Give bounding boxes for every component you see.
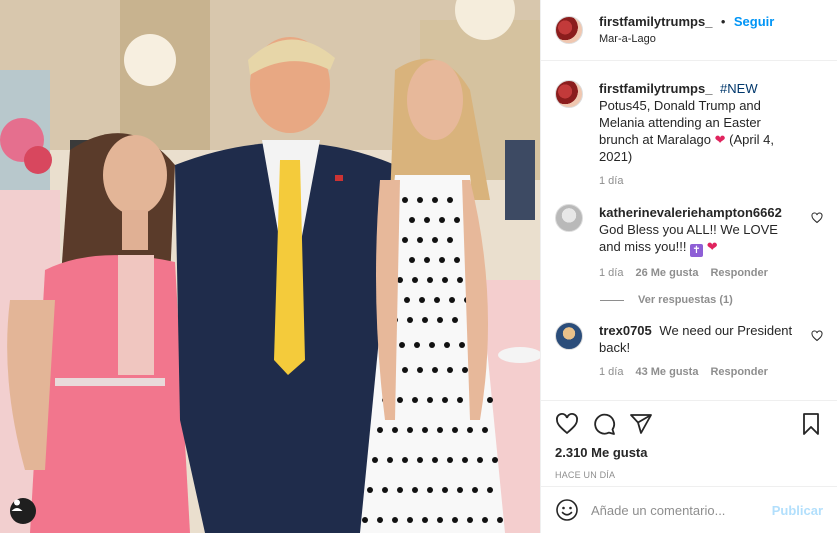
- red-heart-emoji: ❤: [714, 132, 726, 147]
- photo-illustration: [0, 0, 540, 533]
- comment-time[interactable]: 1 día: [599, 364, 623, 381]
- comment-body: trex0705 We need our President back! 1 d…: [599, 322, 799, 381]
- comment-time[interactable]: 1 día: [599, 265, 623, 282]
- emoji-icon[interactable]: [555, 498, 579, 522]
- post-header: firstfamilytrumps_ • Seguir Mar-a-Lago: [541, 0, 837, 61]
- user-tag-icon[interactable]: [10, 498, 36, 524]
- comment-input[interactable]: [591, 502, 771, 518]
- comment-likes[interactable]: 26 Me gusta: [635, 265, 698, 282]
- post-actions: 2.310 Me gusta HACE UN DÍA: [541, 400, 837, 480]
- add-comment-bar: Publicar: [541, 486, 837, 533]
- comment-likes[interactable]: 43 Me gusta: [635, 364, 698, 381]
- heart-icon[interactable]: [555, 412, 579, 436]
- caption: firstfamilytrumps_ #NEW Potus45, Donald …: [555, 80, 823, 190]
- post-photo[interactable]: [0, 0, 540, 533]
- comment-username[interactable]: katherinevaleriehampton6662: [599, 205, 782, 220]
- comment-username[interactable]: trex0705: [599, 323, 652, 338]
- caption-hashtag[interactable]: #NEW: [720, 81, 758, 96]
- comment-item: trex0705 We need our President back! 1 d…: [555, 322, 823, 381]
- comment-meta: 1 día 26 Me gusta Responder: [599, 265, 799, 282]
- caption-time[interactable]: 1 día: [599, 173, 623, 190]
- caption-username[interactable]: firstfamilytrumps_: [599, 81, 712, 96]
- share-icon[interactable]: [629, 412, 653, 436]
- publish-button[interactable]: Publicar: [772, 503, 823, 518]
- post-timestamp: HACE UN DÍA: [555, 470, 616, 480]
- header-text: firstfamilytrumps_ • Seguir Mar-a-Lago: [599, 14, 774, 47]
- comments-list[interactable]: firstfamilytrumps_ #NEW Potus45, Donald …: [541, 62, 837, 400]
- comment-icon[interactable]: [592, 412, 616, 436]
- red-heart-emoji: ❤: [706, 239, 718, 254]
- cross-emoji: ✝: [690, 244, 704, 257]
- view-replies[interactable]: Ver respuestas (1): [600, 294, 823, 306]
- caption-body: firstfamilytrumps_ #NEW Potus45, Donald …: [599, 80, 799, 190]
- caption-meta: 1 día: [599, 173, 799, 190]
- person-glyph: [11, 499, 23, 511]
- follow-button[interactable]: Seguir: [734, 14, 774, 29]
- author-avatar[interactable]: [555, 16, 583, 44]
- separator-dot: •: [720, 13, 726, 29]
- save-icon[interactable]: [799, 412, 823, 436]
- likes-count[interactable]: 2.310 Me gusta: [555, 445, 823, 460]
- reply-button[interactable]: Responder: [710, 265, 767, 282]
- reply-button[interactable]: Responder: [710, 364, 767, 381]
- comment-body: katherinevaleriehampton6662 God Bless yo…: [599, 204, 799, 282]
- post-location[interactable]: Mar-a-Lago: [599, 32, 774, 47]
- like-comment-heart-icon[interactable]: [811, 212, 823, 224]
- view-replies-label[interactable]: Ver respuestas (1): [638, 294, 733, 306]
- like-comment-heart-icon[interactable]: [811, 330, 823, 342]
- replies-line: [600, 299, 624, 301]
- author-username[interactable]: firstfamilytrumps_: [599, 14, 712, 29]
- instagram-post: firstfamilytrumps_ • Seguir Mar-a-Lago f…: [0, 0, 837, 533]
- action-icons: [555, 411, 823, 437]
- comment-avatar[interactable]: [555, 204, 583, 232]
- comment-meta: 1 día 43 Me gusta Responder: [599, 364, 799, 381]
- comment-item: katherinevaleriehampton6662 God Bless yo…: [555, 204, 823, 282]
- caption-avatar[interactable]: [555, 80, 583, 108]
- comment-avatar[interactable]: [555, 322, 583, 350]
- comment-text: God Bless you ALL!! We LOVE and miss you…: [599, 222, 778, 254]
- post-sidebar: firstfamilytrumps_ • Seguir Mar-a-Lago f…: [540, 0, 837, 533]
